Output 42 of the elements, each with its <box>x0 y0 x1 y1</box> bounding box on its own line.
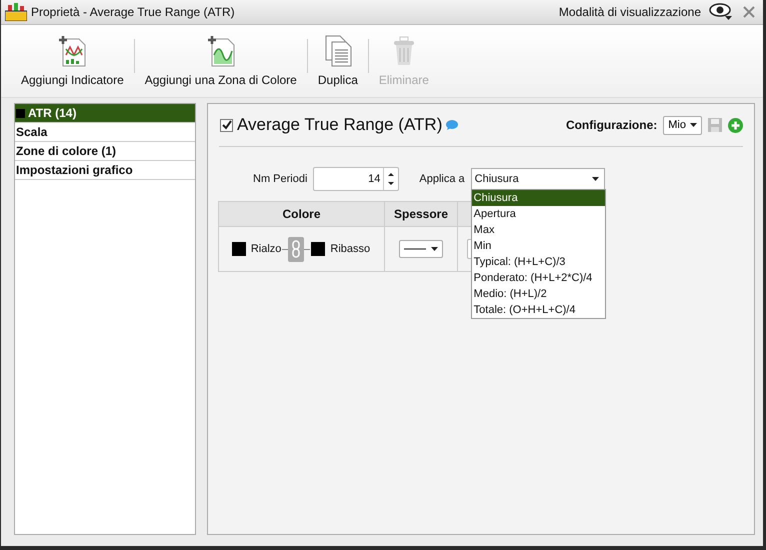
dropdown-option[interactable]: Max <box>472 222 605 238</box>
color-swatch[interactable] <box>232 242 246 256</box>
sidebar-item[interactable]: Scala <box>15 123 195 142</box>
down-label: Ribasso <box>330 243 370 255</box>
sidebar-item[interactable]: Zone di colore (1) <box>15 142 195 161</box>
dropdown-option[interactable]: Typical: (H+L+C)/3 <box>472 254 605 270</box>
dropdown-option[interactable]: Min <box>472 238 605 254</box>
eye-icon[interactable] <box>709 3 733 21</box>
checkbox[interactable] <box>220 118 233 132</box>
apply-to-label: Applica a <box>419 173 465 185</box>
dropdown-option[interactable]: Medio: (H+L)/2 <box>472 286 605 302</box>
window-title: Proprietà - Average True Range (ATR) <box>31 5 235 19</box>
toolbar-button[interactable]: Duplica <box>312 31 364 91</box>
dropdown-option[interactable]: Chiusura <box>472 190 605 206</box>
sidebar-item[interactable]: Impostazioni grafico <box>15 161 195 180</box>
dropdown-option[interactable]: Ponderato: (H+L+2*C)/4 <box>472 270 605 286</box>
view-mode-label: Modalità di visualizzazione <box>558 5 701 19</box>
config-dropdown[interactable]: Mio <box>663 116 702 134</box>
column-header: Colore <box>219 202 385 227</box>
config-label: Configurazione: <box>566 118 658 132</box>
speech-bubble-icon[interactable] <box>446 120 458 130</box>
periods-spinner[interactable]: 14 <box>313 167 400 191</box>
sidebar-item[interactable]: ATR (14) <box>15 104 195 123</box>
toolbar-button[interactable]: Aggiungi una Zona di Colore <box>138 31 303 91</box>
periods-label: Nm Periodi <box>253 173 308 185</box>
up-label: Rialzo <box>250 243 282 255</box>
copy-icon <box>322 35 353 67</box>
indicator-title: Average True Range (ATR) <box>237 115 442 135</box>
toolbar-button[interactable]: Aggiungi Indicatore <box>15 31 130 91</box>
apply-to-dropdown[interactable]: Chiusura <box>470 168 605 190</box>
chart-add-icon <box>57 35 88 67</box>
color-swatch[interactable] <box>311 242 326 256</box>
demo-logo-icon <box>5 3 27 21</box>
close-icon[interactable] <box>743 6 755 18</box>
line-style-icon <box>404 246 438 252</box>
dropdown-option[interactable]: Apertura <box>472 206 605 222</box>
caret-icon <box>690 123 697 127</box>
area-chart-add-icon <box>206 35 236 67</box>
add-icon[interactable] <box>728 118 743 132</box>
line-width-dropdown[interactable] <box>399 240 443 258</box>
dropdown-option[interactable]: Totale: (O+H+L+C)/4 <box>472 302 605 318</box>
column-header: Spessore <box>385 202 458 227</box>
